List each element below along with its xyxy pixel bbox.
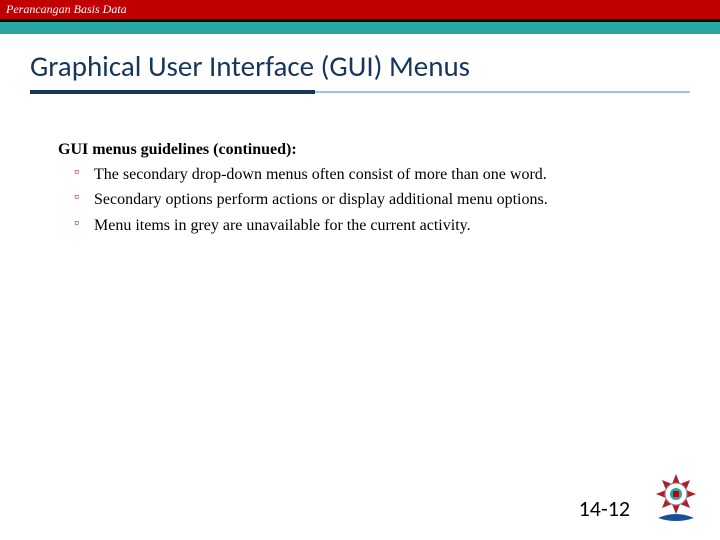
bullet-list: The secondary drop-down menus often cons… bbox=[58, 163, 680, 237]
list-item: The secondary drop-down menus often cons… bbox=[80, 163, 680, 186]
title-area: Graphical User Interface (GUI) Menus bbox=[0, 34, 720, 96]
content-area: GUI menus guidelines (continued): The se… bbox=[0, 96, 720, 237]
page-number: 14-12 bbox=[579, 495, 630, 522]
university-logo-icon bbox=[646, 470, 706, 530]
list-item: Secondary options perform actions or dis… bbox=[80, 188, 680, 211]
title-underline bbox=[30, 90, 690, 96]
accent-bar bbox=[0, 22, 720, 34]
slide-title: Graphical User Interface (GUI) Menus bbox=[30, 48, 720, 84]
header-bar: Perancangan Basis Data bbox=[0, 0, 720, 22]
lead-text: GUI menus guidelines (continued): bbox=[58, 138, 680, 161]
list-item: Menu items in grey are unavailable for t… bbox=[80, 214, 680, 237]
course-label: Perancangan Basis Data bbox=[6, 2, 127, 17]
